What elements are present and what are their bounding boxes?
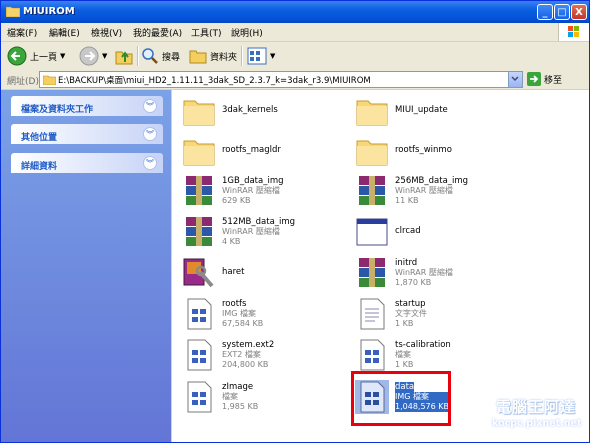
menu-tools[interactable]: 工具(T) (191, 26, 222, 39)
back-arrow-icon (7, 46, 27, 66)
address-path: E:\BACKUP\桌面\miui_HD2_1.11.11_3dak_SD_2.… (58, 76, 371, 86)
address-label: 網址(D) (7, 77, 39, 87)
address-bar: 網址(D) E:\BACKUP\桌面\miui_HD2_1.11.11_3dak… (1, 70, 589, 90)
panel-other-places[interactable]: 其他位置 ︾ (11, 124, 163, 144)
folders-icon (189, 50, 207, 64)
folder-icon (43, 75, 56, 85)
back-button[interactable]: 上一頁 ▼ (7, 45, 65, 67)
chevron-down-icon[interactable]: ▼ (270, 52, 275, 60)
folder-icon (183, 100, 215, 126)
text-document-icon (360, 298, 385, 330)
up-folder-icon (115, 51, 133, 65)
chevron-down-icon[interactable]: ︾ (143, 99, 157, 113)
menu-bar: 檔案(F) 編輯(E) 檢視(V) 我的最愛(A) 工具(T) 說明(H) (1, 23, 589, 42)
chevron-down-icon[interactable]: ▼ (102, 52, 107, 60)
winrar-archive-icon (359, 176, 385, 205)
panel-title: 其他位置 (21, 133, 58, 143)
chevron-down-icon (511, 76, 519, 82)
menu-help[interactable]: 說明(H) (231, 26, 263, 39)
red-highlight-box (351, 371, 451, 426)
svg-text:k: k (476, 407, 483, 421)
panel-file-tasks[interactable]: 檔案及資料夾工作 ︾ (11, 96, 163, 116)
winrar-archive-icon (186, 176, 212, 205)
views-button[interactable]: ▼ (247, 45, 275, 67)
generic-file-icon (360, 339, 385, 371)
panel-title: 詳細資料 (21, 162, 58, 172)
menu-view[interactable]: 檢視(V) (91, 26, 122, 39)
chevron-down-icon[interactable]: ︾ (143, 156, 157, 170)
application-window-icon (356, 218, 388, 246)
generic-file-icon (187, 339, 212, 371)
forward-button[interactable]: ▼ (79, 45, 107, 67)
menu-file[interactable]: 檔案(F) (7, 26, 37, 39)
watermark: k 電腦王阿達 kocpc.pixnet.net (456, 396, 586, 436)
panel-title: 檔案及資料夾工作 (21, 105, 94, 115)
task-pane: 檔案及資料夾工作 ︾ 其他位置 ︾ 詳細資料 ︾ (1, 90, 171, 442)
up-folder-button[interactable] (114, 45, 134, 67)
chevron-down-icon[interactable]: ▼ (60, 52, 65, 60)
folder-icon (183, 140, 215, 166)
generic-file-icon (187, 381, 212, 413)
panel-details[interactable]: 詳細資料 ︾ (11, 153, 163, 173)
haret-tool-icon (183, 258, 214, 288)
search-button[interactable]: 搜尋 (141, 45, 180, 67)
go-arrow-icon (527, 72, 541, 86)
folder-icon (356, 140, 388, 166)
watermark-text: 電腦王阿達 (496, 398, 577, 416)
folders-label: 資料夾 (210, 52, 238, 63)
chevron-down-icon[interactable]: ︾ (143, 127, 157, 141)
winrar-archive-icon (186, 217, 212, 246)
title-bar[interactable]: MIUIROM _ □ X (1, 1, 589, 23)
back-label: 上一頁 (30, 52, 58, 63)
search-icon (142, 48, 158, 64)
maximize-button[interactable]: □ (554, 4, 570, 20)
menu-favorites[interactable]: 我的最愛(A) (133, 26, 182, 39)
views-icon (247, 47, 267, 65)
search-label: 搜尋 (162, 52, 181, 63)
folder-icon (356, 100, 388, 126)
go-button[interactable]: 移至 (527, 72, 562, 86)
forward-arrow-icon (79, 46, 99, 66)
address-dropdown-button[interactable] (508, 72, 522, 87)
folder-icon (6, 6, 20, 17)
explorer-window: MIUIROM _ □ X 檔案(F) 編輯(E) 檢視(V) 我的最愛(A) … (0, 0, 590, 443)
window-title: MIUIROM (23, 6, 75, 17)
address-input[interactable]: E:\BACKUP\桌面\miui_HD2_1.11.11_3dak_SD_2.… (39, 71, 523, 88)
minimize-button[interactable]: _ (537, 4, 553, 20)
generic-file-icon (187, 298, 212, 330)
watermark-url: kocpc.pixnet.net (492, 418, 582, 429)
watermark-logo-icon: k (466, 400, 492, 426)
winrar-archive-icon (359, 258, 385, 287)
menu-edit[interactable]: 編輯(E) (49, 26, 80, 39)
close-button[interactable]: X (571, 4, 587, 20)
folders-button[interactable]: 資料夾 (189, 45, 237, 67)
toolbar: 上一頁 ▼ ▼ 搜尋 資料夾 ▼ (1, 42, 589, 71)
windows-logo-icon (558, 23, 589, 41)
go-label: 移至 (544, 75, 563, 86)
